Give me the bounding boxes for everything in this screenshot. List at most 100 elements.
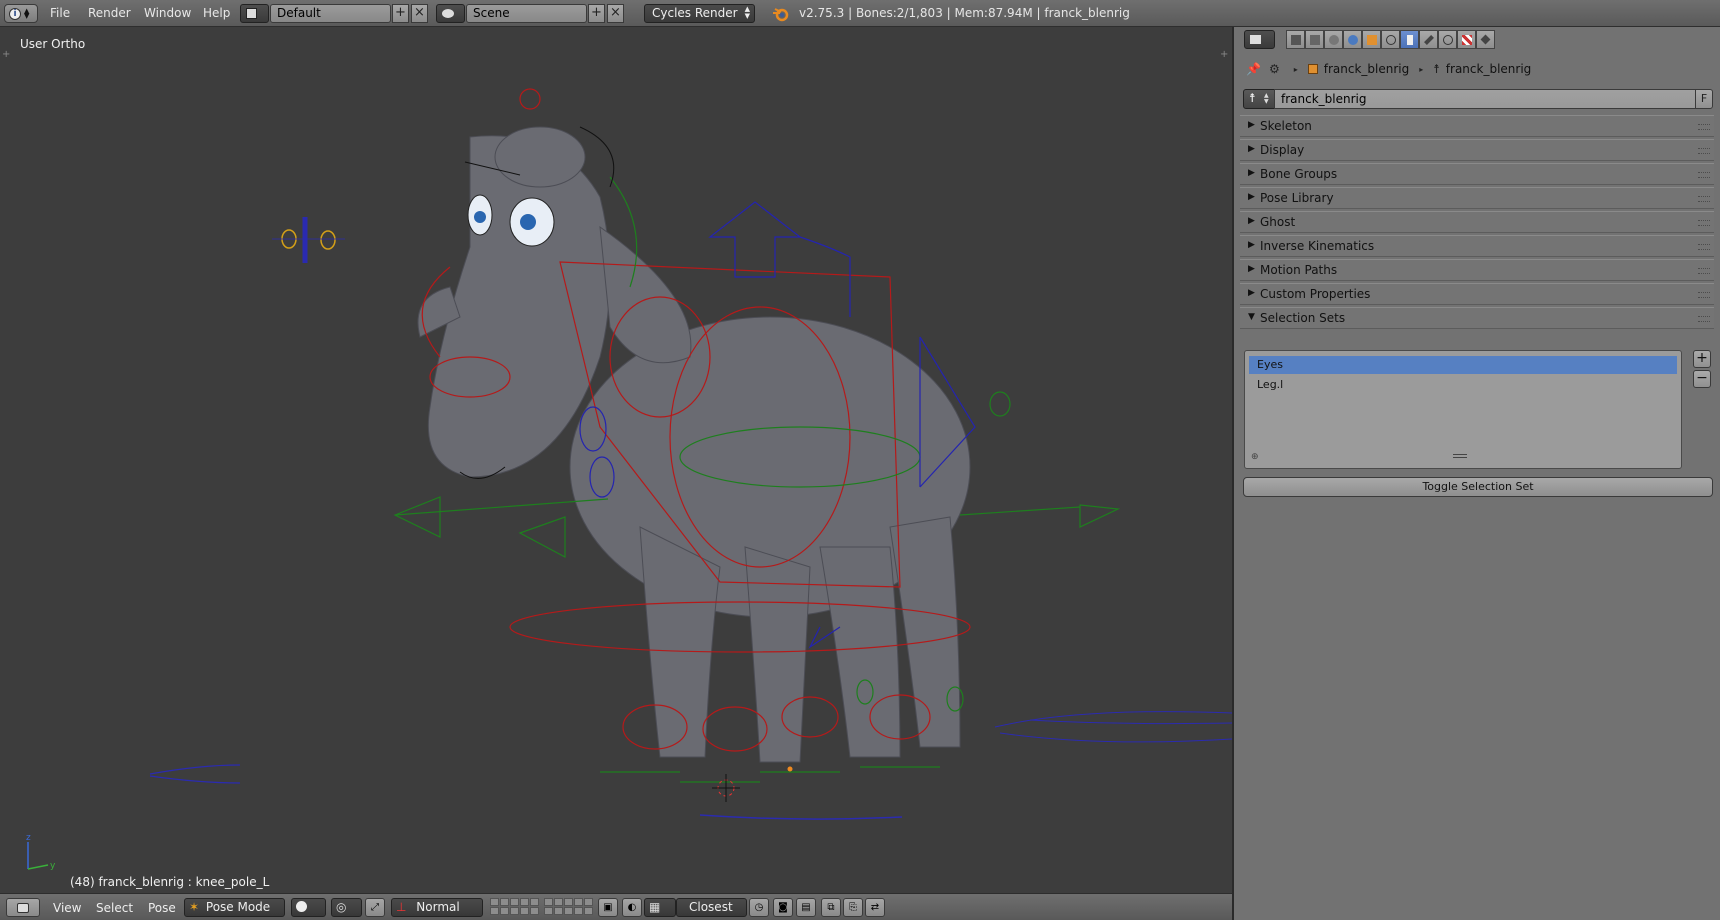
layer-grid[interactable]	[544, 898, 593, 915]
scene-icon	[1328, 34, 1339, 45]
snap-target-select[interactable]: Closest	[676, 898, 747, 917]
viewport-scene: z y + +	[2, 49, 1232, 871]
panel-title: Motion Paths	[1260, 263, 1338, 277]
drag-grip-icon[interactable]	[1698, 124, 1710, 130]
panel-skeleton[interactable]: ▶ Skeleton	[1240, 115, 1714, 137]
proportional-edit-toggle[interactable]: ◐	[622, 898, 642, 917]
axis-y-label: y	[50, 861, 56, 871]
drag-grip-icon[interactable]	[1698, 316, 1710, 322]
area-split-icon: +	[2, 49, 10, 60]
expand-triangle-icon: ▶	[1248, 192, 1255, 202]
snap-element-select[interactable]: ▦	[644, 898, 676, 917]
list-item[interactable]: Leg.l	[1249, 376, 1677, 394]
layer-grid[interactable]	[490, 898, 539, 915]
info-icon: i	[9, 7, 21, 20]
tab-render-layers[interactable]	[1305, 30, 1324, 49]
armature-browse-button[interactable]: ☨ ▲ ▼	[1243, 89, 1275, 109]
layout-grid-icon	[246, 8, 257, 19]
align-rotation-toggle[interactable]: ◷	[749, 898, 769, 917]
menu-window[interactable]: Window	[144, 6, 191, 25]
pin-icon[interactable]: 📌	[1246, 62, 1261, 76]
tab-bone[interactable]	[1419, 30, 1438, 49]
tab-bone-constraints[interactable]	[1438, 30, 1457, 49]
lock-layers-toggle[interactable]: ▣	[598, 898, 618, 917]
panel-motion-paths[interactable]: ▶ Motion Paths	[1240, 259, 1714, 281]
menu-select[interactable]: Select	[96, 901, 133, 920]
panel-bone-groups[interactable]: ▶ Bone Groups	[1240, 163, 1714, 185]
snap-target-label: Closest	[689, 900, 733, 914]
eye-target-widget	[272, 217, 345, 263]
3d-viewport[interactable]: z y + + User Ortho (48) franck_blenrig :…	[0, 27, 1232, 893]
layers-group-1[interactable]	[490, 898, 539, 917]
drag-grip-icon[interactable]	[1698, 196, 1710, 202]
tab-constraints[interactable]	[1381, 30, 1400, 49]
remove-selection-set-button[interactable]: −	[1693, 370, 1711, 388]
drag-grip-icon[interactable]	[1698, 292, 1710, 298]
tab-world[interactable]	[1343, 30, 1362, 49]
copy-pose-button[interactable]: ⧉	[821, 898, 841, 917]
menu-file[interactable]: File	[50, 6, 70, 25]
panel-pose-library[interactable]: ▶ Pose Library	[1240, 187, 1714, 209]
editor-type-button[interactable]	[6, 898, 40, 917]
render-engine-select[interactable]: Cycles Render ▲ ▼	[644, 4, 755, 23]
menu-view[interactable]: View	[53, 901, 81, 920]
tab-armature-data[interactable]	[1400, 30, 1419, 49]
drag-grip-icon[interactable]	[1698, 220, 1710, 226]
opengl-render-button[interactable]: ◙	[773, 898, 793, 917]
manipulator-toggle[interactable]: ⤢	[365, 898, 385, 917]
screen-layout-browse[interactable]	[240, 4, 269, 23]
updown-arrows-icon: ▲ ▼	[1264, 92, 1269, 105]
screen-layout-field[interactable]: Default	[270, 4, 391, 23]
scene-browse[interactable]	[436, 4, 465, 23]
menu-render[interactable]: Render	[88, 6, 131, 25]
panel-title: Display	[1260, 143, 1305, 157]
tab-render[interactable]	[1286, 30, 1305, 49]
panel-display[interactable]: ▶ Display	[1240, 139, 1714, 161]
pivot-point-select[interactable]: ◎	[331, 898, 362, 917]
panel-inverse-kinematics[interactable]: ▶ Inverse Kinematics	[1240, 235, 1714, 257]
editor-type-button[interactable]: i ▲ ▼	[4, 4, 38, 23]
add-selection-set-button[interactable]: +	[1693, 350, 1711, 368]
opengl-anim-button[interactable]: ▤	[796, 898, 816, 917]
menu-help[interactable]: Help	[203, 6, 230, 25]
menu-pose[interactable]: Pose	[148, 901, 176, 920]
list-item[interactable]: Eyes	[1249, 356, 1677, 374]
delete-screen-button[interactable]: ×	[411, 4, 428, 23]
panel-title: Inverse Kinematics	[1260, 239, 1375, 253]
panel-custom-properties[interactable]: ▶ Custom Properties	[1240, 283, 1714, 305]
toggle-selection-set-button[interactable]: Toggle Selection Set	[1243, 477, 1713, 497]
layers-group-2[interactable]	[544, 898, 593, 917]
drag-grip-icon[interactable]	[1698, 148, 1710, 154]
drag-grip-icon[interactable]	[1698, 244, 1710, 250]
tab-object[interactable]	[1362, 30, 1381, 49]
drag-grip-icon[interactable]	[1698, 172, 1710, 178]
armature-name-field[interactable]: franck_blenrig	[1274, 89, 1696, 109]
list-resize-handle[interactable]	[1453, 454, 1467, 458]
chevron-right-icon: ▸	[1419, 64, 1424, 74]
scene-stats: v2.75.3 | Bones:2/1,803 | Mem:87.94M | f…	[799, 6, 1130, 20]
tab-scene[interactable]	[1324, 30, 1343, 49]
filter-options-icon[interactable]: ⊕	[1251, 452, 1259, 462]
paste-pose-button[interactable]: ⎘	[843, 898, 863, 917]
tab-physics[interactable]	[1476, 30, 1495, 49]
paste-flipped-button[interactable]: ⇄	[865, 898, 885, 917]
viewport-header: View Select Pose ✶ Pose Mode ◎ ⤢ ⊥ Norma…	[0, 893, 1232, 920]
object-cube-icon	[1307, 64, 1318, 74]
selection-sets-list[interactable]: Eyes Leg.l ⊕	[1244, 350, 1682, 469]
physics-icon	[1480, 34, 1491, 45]
panel-selection-sets[interactable]: ▼ Selection Sets	[1240, 307, 1714, 329]
add-scene-button[interactable]: +	[588, 4, 605, 23]
panel-ghost[interactable]: ▶ Ghost	[1240, 211, 1714, 233]
fake-user-button[interactable]: F	[1695, 89, 1713, 109]
interaction-mode-select[interactable]: ✶ Pose Mode	[184, 898, 285, 917]
delete-scene-button[interactable]: ×	[607, 4, 624, 23]
add-screen-button[interactable]: +	[392, 4, 409, 23]
scene-field[interactable]: Scene	[466, 4, 587, 23]
viewport-shading-select[interactable]	[291, 898, 326, 917]
drag-grip-icon[interactable]	[1698, 268, 1710, 274]
editor-type-button[interactable]	[1244, 30, 1275, 49]
blender-logo-icon	[773, 8, 789, 22]
texture-icon	[1461, 34, 1472, 45]
transform-orientation-select[interactable]: ⊥ Normal	[391, 898, 483, 917]
tab-texture[interactable]	[1457, 30, 1476, 49]
